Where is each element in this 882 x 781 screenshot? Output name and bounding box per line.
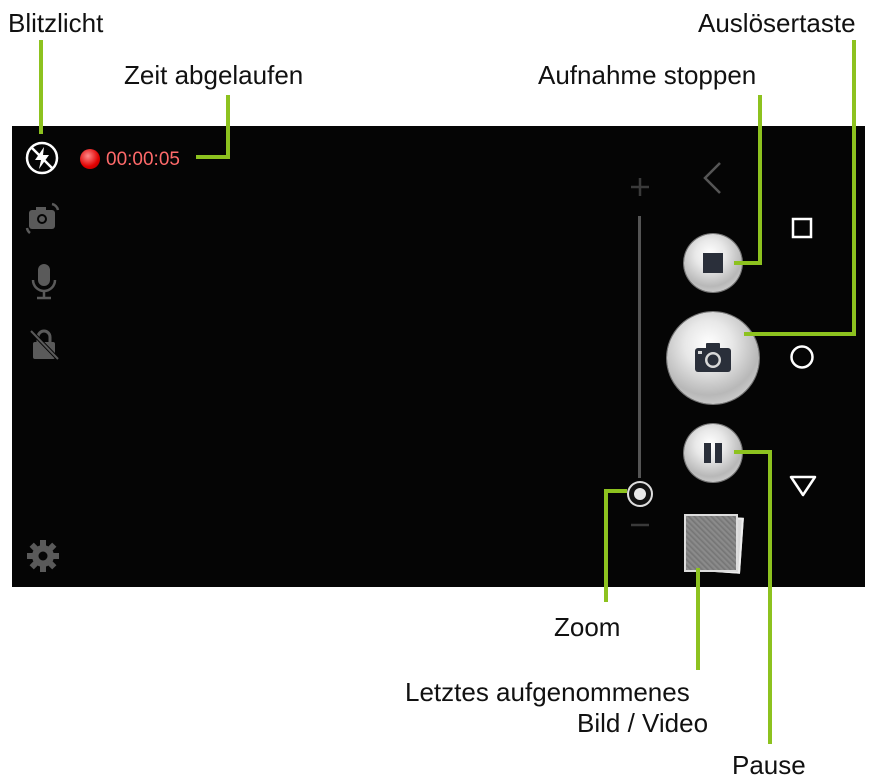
callout-flash-label: Blitzlicht <box>8 8 104 38</box>
recording-time: 00:00:05 <box>106 149 180 170</box>
microphone-icon[interactable] <box>28 262 60 302</box>
callout-elapsed-time-label: Zeit abgelaufen <box>124 60 304 90</box>
camera-icon <box>695 343 731 372</box>
stop-icon <box>703 253 723 273</box>
last-media-thumbnail[interactable] <box>684 514 738 572</box>
recording-indicator <box>80 149 100 169</box>
callout-pause-label: Pause <box>732 750 806 780</box>
triangle-down-icon[interactable] <box>788 473 818 499</box>
zoom-handle[interactable] <box>625 479 655 509</box>
square-icon[interactable] <box>790 216 816 242</box>
callout-last-media-label-line2: Bild / Video <box>577 708 709 738</box>
pause-icon <box>704 443 722 463</box>
callout-zoom-label: Zoom <box>554 612 621 642</box>
callout-stop-recording-label: Aufnahme stoppen <box>538 60 757 90</box>
zoom-track[interactable] <box>638 216 641 478</box>
gear-icon[interactable] <box>25 538 61 574</box>
callout-last-media-label-line1: Letztes aufgenommenes <box>405 677 690 707</box>
chevron-left-icon[interactable] <box>700 160 726 196</box>
circle-icon[interactable] <box>788 343 816 371</box>
zoom-in-icon[interactable] <box>628 175 652 199</box>
flash-off-icon[interactable] <box>24 140 60 176</box>
zoom-out-icon[interactable] <box>628 513 652 537</box>
callout-shutter-label: Auslösertaste <box>698 8 856 38</box>
lock-off-icon[interactable] <box>28 328 62 362</box>
switch-camera-icon[interactable] <box>24 198 64 238</box>
